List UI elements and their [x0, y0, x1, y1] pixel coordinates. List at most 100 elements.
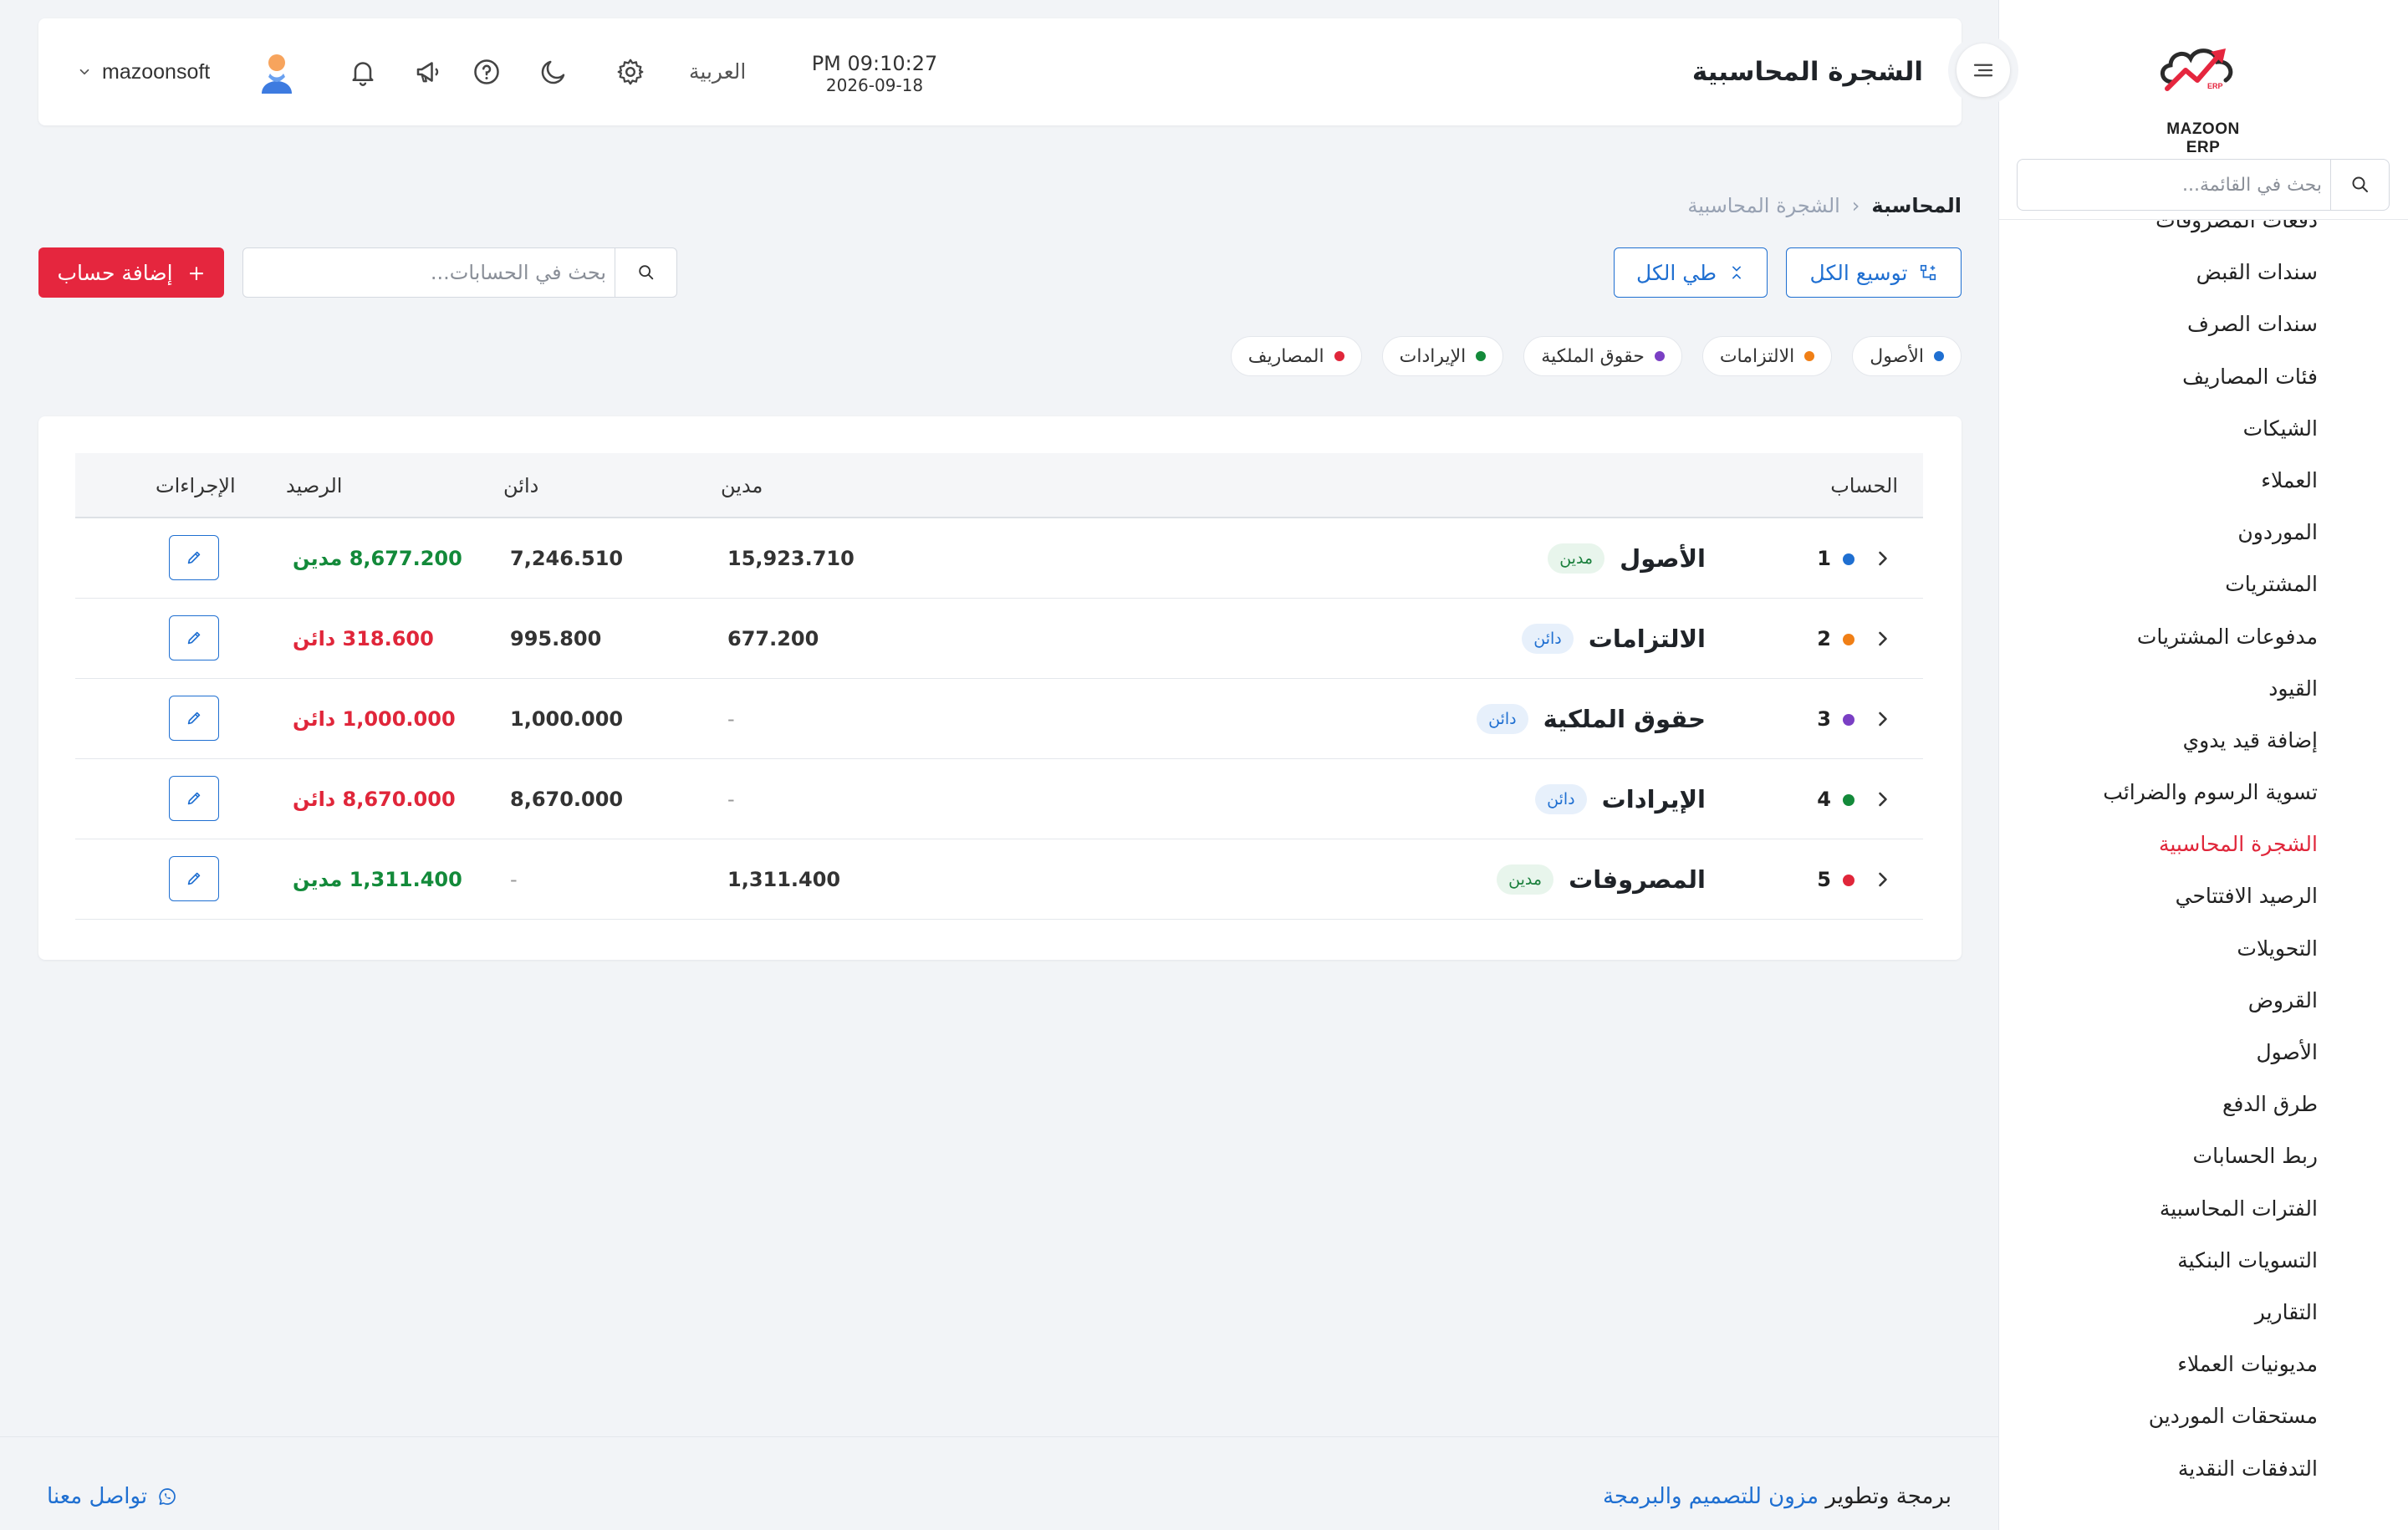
edit-account-button[interactable] — [169, 776, 219, 821]
legend-chip-equity[interactable]: حقوق الملكية — [1523, 336, 1682, 376]
accounts-tree-card: الحساب مدين دائن الرصيد الإجراءات 1 الأص… — [38, 416, 1962, 960]
account-number: 2 — [1817, 627, 1831, 650]
account-color-dot — [1843, 634, 1854, 645]
megaphone-icon — [416, 62, 439, 83]
legend-dot — [1804, 351, 1815, 361]
sidebar-item-add-manual-entry[interactable]: إضافة قيد يدوي — [1998, 715, 2408, 767]
sidebar-item-loans[interactable]: القروض — [1998, 975, 2408, 1027]
sidebar-toggle-button[interactable] — [1956, 43, 2010, 97]
credit-value: 1,000.000 — [510, 707, 624, 731]
sidebar-item-fees-taxes-settlement[interactable]: تسوية الرسوم والضرائب — [1998, 767, 2408, 819]
debit-value: 15,923.710 — [727, 547, 855, 570]
breadcrumb-separator: ‹ — [1851, 194, 1860, 217]
mazoon-erp-logo[interactable]: ERP MAZOON ERP — [2149, 30, 2258, 156]
notifications-button[interactable] — [346, 55, 380, 89]
table-row[interactable]: 5 المصروفات مدين 1,311.400 - 1,311.400 م… — [75, 839, 1923, 920]
sidebar-item-reports[interactable]: التقارير — [1998, 1287, 2408, 1339]
sidebar-item-payment-vouchers[interactable]: سندات الصرف — [1998, 298, 2408, 350]
nature-badge: دائن — [1477, 704, 1528, 734]
sidebar-item-accounting-periods[interactable]: الفترات المحاسبية — [1998, 1183, 2408, 1235]
whatsapp-icon — [159, 1488, 176, 1505]
add-account-button[interactable]: + إضافة حساب — [38, 247, 224, 298]
dark-mode-button[interactable] — [537, 55, 570, 89]
legend-label: الإيرادات — [1399, 345, 1467, 367]
table-row[interactable]: 3 حقوق الملكية دائن - 1,000.000 1,000.00… — [75, 679, 1923, 759]
legend-chip-revenues[interactable]: الإيرادات — [1381, 336, 1504, 376]
expand-all-button[interactable]: توسيع الكل — [1786, 247, 1962, 298]
sidebar-item-transfers[interactable]: التحويلات — [1998, 923, 2408, 975]
header-balance: الرصيد — [286, 474, 343, 497]
edit-account-button[interactable] — [169, 615, 219, 660]
table-row[interactable]: 1 الأصول مدين 15,923.710 7,246.510 8,677… — [75, 518, 1923, 599]
sidebar-item-journal-entries[interactable]: القيود — [1998, 663, 2408, 715]
sidebar-item-customers[interactable]: العملاء — [1998, 455, 2408, 507]
chevron-right-icon[interactable] — [1871, 547, 1895, 570]
sidebar-item-bank-reconciliations[interactable]: التسويات البنكية — [1998, 1235, 2408, 1287]
username: mazoonsoft — [102, 59, 211, 84]
chevron-right-icon[interactable] — [1871, 868, 1895, 891]
account-color-dot — [1843, 714, 1854, 726]
footer-company-link[interactable]: مزون للتصميم والبرمجة — [1603, 1484, 1819, 1509]
chevron-right-icon[interactable] — [1871, 627, 1895, 650]
legend-chip-liabilities[interactable]: الالتزامات — [1701, 336, 1833, 376]
breadcrumb-current: الشجرة المحاسبية — [1687, 194, 1840, 217]
legend-chip-assets[interactable]: الأصول — [1852, 336, 1962, 376]
sidebar-item-opening-balance[interactable]: الرصيد الافتتاحي — [1998, 870, 2408, 922]
edit-account-button[interactable] — [169, 535, 219, 580]
menu-toggle-icon — [1973, 64, 1993, 77]
sidebar-item-cheques[interactable]: الشيكات — [1998, 403, 2408, 455]
chevron-right-icon[interactable] — [1871, 707, 1895, 731]
nature-badge: دائن — [1535, 784, 1587, 814]
clock-time: PM 09:10:27 — [811, 52, 938, 75]
sidebar-item-cash-flows[interactable]: التدفقات النقدية — [1998, 1443, 2408, 1495]
sidebar-item-receipt-vouchers[interactable]: سندات القبض — [1998, 247, 2408, 298]
sidebar-item-purchases[interactable]: المشتريات — [1998, 558, 2408, 610]
legend-chip-expenses[interactable]: المصاريف — [1230, 336, 1362, 376]
legend-dot — [1654, 351, 1665, 361]
collapse-all-button[interactable]: طي الكل — [1614, 247, 1768, 298]
chevron-down-icon — [79, 69, 89, 75]
settings-button[interactable] — [614, 55, 647, 89]
sidebar-search-input[interactable] — [2029, 160, 2322, 210]
sidebar-item-account-linking[interactable]: ربط الحسابات — [1998, 1130, 2408, 1182]
edit-account-button[interactable] — [169, 856, 219, 901]
account-color-dot — [1843, 875, 1854, 886]
clock: PM 09:10:27 2026-09-18 — [791, 52, 958, 95]
edit-account-button[interactable] — [169, 696, 219, 741]
sidebar-item-payment-methods[interactable]: طرق الدفع — [1998, 1079, 2408, 1130]
sidebar-item-chart-of-accounts[interactable]: الشجرة المحاسبية — [1998, 819, 2408, 870]
sidebar-search-button[interactable] — [2330, 160, 2389, 210]
announcements-button[interactable] — [411, 55, 445, 89]
moon-icon — [541, 60, 565, 84]
sidebar-item-customer-debts[interactable]: مديونيات العملاء — [1998, 1339, 2408, 1390]
table-row[interactable]: 4 الإيرادات دائن - 8,670.000 8,670.000 د… — [75, 759, 1923, 839]
sidebar-item-purchase-payments[interactable]: مدفوعات المشتريات — [1998, 611, 2408, 663]
legend-label: الأصول — [1870, 345, 1924, 367]
sidebar-item-expense-payments[interactable]: دفعات المصروفات — [1998, 220, 2408, 247]
accounts-table: الحساب مدين دائن الرصيد الإجراءات 1 الأص… — [75, 453, 1923, 920]
debit-value: - — [727, 788, 735, 811]
table-row[interactable]: 2 الالتزامات دائن 677.200 995.800 318.60… — [75, 599, 1923, 679]
breadcrumb-root[interactable]: المحاسبة — [1871, 191, 1962, 221]
help-button[interactable] — [470, 55, 503, 89]
chevron-right-icon[interactable] — [1871, 788, 1895, 811]
add-account-label: إضافة حساب — [57, 260, 173, 285]
search-icon — [2352, 176, 2368, 192]
sidebar-item-assets[interactable]: الأصول — [1998, 1027, 2408, 1079]
credit-value: 7,246.510 — [510, 547, 624, 570]
footer-credit-prefix: برمجة وتطوير — [1825, 1484, 1951, 1509]
pencil-icon — [187, 631, 201, 645]
sidebar-item-suppliers[interactable]: الموردون — [1998, 507, 2408, 558]
account-name-cell: حقوق الملكية دائن — [1477, 679, 1706, 759]
sidebar-item-expense-categories[interactable]: فئات المصاريف — [1998, 351, 2408, 403]
account-number: 3 — [1817, 707, 1831, 731]
contact-us-link[interactable]: تواصل معنا — [47, 1484, 177, 1509]
account-name: المصروفات — [1569, 865, 1706, 894]
gear-icon — [617, 59, 644, 85]
user-menu[interactable]: mazoonsoft — [77, 48, 300, 95]
accounts-search-input[interactable] — [255, 248, 606, 297]
sidebar-item-supplier-dues[interactable]: مستحقات الموردين — [1998, 1390, 2408, 1442]
account-name: حقوق الملكية — [1543, 705, 1706, 733]
accounts-search-button[interactable] — [615, 248, 676, 297]
language-switcher[interactable]: العربية — [689, 18, 746, 125]
